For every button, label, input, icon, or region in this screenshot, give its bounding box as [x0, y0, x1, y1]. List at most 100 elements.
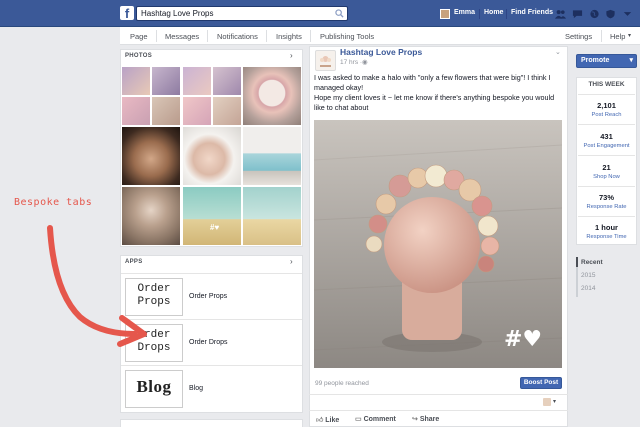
share-button[interactable]: ↪ Share	[412, 415, 439, 423]
post-text-line: I was asked to make a halo with "only a …	[314, 73, 551, 92]
stat-label-post-engagement[interactable]: Post Engagement	[576, 143, 637, 149]
photo-thumbnail[interactable]	[243, 187, 301, 245]
page-avatar[interactable]	[315, 50, 336, 71]
stat-value: 73%	[598, 193, 614, 202]
like-button[interactable]: 👍︎ Like	[316, 415, 339, 424]
photo-thumbnail[interactable]	[183, 67, 241, 125]
timeline-2015[interactable]: 2015	[581, 272, 595, 279]
comment-button[interactable]: ▭ Comment	[355, 415, 396, 423]
halo-photo: #♥	[314, 120, 562, 368]
help-dropdown-icon[interactable]: ▾	[628, 32, 631, 39]
chevron-down-icon: ▾	[629, 57, 633, 64]
stat-label-post-reach[interactable]: Post Reach	[576, 112, 637, 118]
stat-value: 431	[600, 132, 613, 141]
app-label[interactable]: Order Props	[189, 293, 227, 300]
timeline-recent[interactable]: Recent	[581, 259, 603, 266]
timeline-2014[interactable]: 2014	[581, 285, 595, 292]
post-text: I was asked to make a halo with "only a …	[314, 73, 564, 113]
nav-divider	[506, 9, 507, 19]
divider	[578, 155, 635, 156]
tab-insights[interactable]: Insights	[276, 32, 302, 41]
flower-logo-icon	[320, 56, 331, 67]
this-week-header: THIS WEEK	[588, 81, 625, 88]
globe-icon: ·◉	[359, 59, 368, 66]
post-time[interactable]: 17 hrs ·◉	[340, 58, 368, 66]
stat-value: 2,101	[597, 101, 616, 110]
search-box[interactable]	[136, 6, 348, 21]
search-input[interactable]	[141, 8, 331, 19]
chevron-down-icon[interactable]: ▾	[553, 398, 556, 405]
app-thumbnail[interactable]: Blog	[125, 370, 183, 408]
boost-post-button[interactable]: Boost Post	[520, 377, 562, 389]
privacy-shortcuts-icon[interactable]	[605, 9, 616, 19]
messages-icon[interactable]	[572, 9, 583, 19]
stat-value: 21	[602, 163, 611, 172]
post-options-icon[interactable]: ⌄	[555, 48, 561, 56]
divider	[578, 124, 635, 125]
chevron-right-icon[interactable]: ›	[290, 257, 293, 266]
timeline-active-marker	[576, 257, 578, 267]
post-time-text: 17 hrs	[340, 59, 359, 66]
post-as-avatar[interactable]	[543, 398, 551, 406]
chevron-right-icon[interactable]: ›	[290, 51, 293, 60]
search-icon[interactable]	[335, 9, 344, 18]
friend-requests-icon[interactable]	[555, 9, 566, 19]
tab-divider	[601, 30, 602, 42]
tab-divider	[207, 30, 208, 42]
promote-button[interactable]: Promote ▾	[576, 54, 637, 68]
annotation-arrow-icon	[47, 225, 147, 347]
post-image[interactable]: #♥	[314, 120, 562, 368]
tab-settings[interactable]: Settings	[565, 32, 592, 41]
tab-notifications[interactable]: Notifications	[217, 32, 258, 41]
divider	[309, 410, 568, 411]
tab-help[interactable]: Help	[610, 32, 625, 41]
like-icon: 👍︎	[316, 417, 324, 424]
comment-icon: ▭	[355, 416, 362, 423]
app-thumb-text: Blog	[136, 377, 172, 396]
divider	[578, 216, 635, 217]
post-text-line: Hope my client loves it ~ let me know if…	[314, 93, 555, 112]
notifications-globe-icon[interactable]	[589, 9, 600, 19]
divider	[578, 94, 635, 95]
share-icon: ↪	[412, 416, 418, 423]
photo-thumbnail[interactable]: #♥	[183, 187, 241, 245]
photo-grid: #♥	[121, 66, 302, 246]
annotation-text: Bespoke tabs	[14, 197, 93, 208]
find-friends-link[interactable]: Find Friends	[511, 9, 553, 16]
tab-page[interactable]: Page	[130, 32, 148, 41]
photos-header[interactable]: PHOTOS	[125, 53, 152, 59]
app-label[interactable]: Blog	[189, 385, 203, 392]
post-reach-text[interactable]: 99 people reached	[315, 380, 369, 387]
app-blog[interactable]: Blog Blog	[121, 365, 302, 411]
watermark-icon: #♥	[504, 327, 542, 352]
like-label: Like	[325, 417, 340, 424]
photo-thumbnail[interactable]	[122, 67, 180, 125]
tab-divider	[266, 30, 267, 42]
tab-messages[interactable]: Messages	[165, 32, 199, 41]
tab-divider	[156, 30, 157, 42]
photo-thumbnail[interactable]	[243, 127, 301, 185]
photo-thumbnail[interactable]	[122, 127, 180, 185]
next-card	[120, 419, 303, 427]
tab-divider	[310, 30, 311, 42]
app-label[interactable]: Order Drops	[189, 339, 228, 346]
account-menu-icon[interactable]	[622, 9, 633, 19]
comment-label: Comment	[363, 416, 396, 423]
divider	[578, 186, 635, 187]
promote-label: Promote	[581, 57, 610, 64]
divider	[309, 394, 568, 395]
user-name-link[interactable]: Emma	[454, 9, 475, 16]
watermark-icon: #♥	[210, 223, 220, 232]
stat-value: 1 hour	[595, 223, 618, 232]
post-page-name[interactable]: Hashtag Love Props	[340, 47, 422, 57]
stat-label-shop-now[interactable]: Shop Now	[576, 174, 637, 180]
nav-divider	[479, 9, 480, 19]
photo-thumbnail[interactable]	[183, 127, 241, 185]
stat-label-response-rate[interactable]: Response Rate	[576, 204, 637, 210]
facebook-logo-icon[interactable]: f	[120, 6, 134, 21]
home-link[interactable]: Home	[484, 9, 503, 16]
tab-publishing-tools[interactable]: Publishing Tools	[320, 32, 374, 41]
photo-thumbnail[interactable]	[243, 67, 301, 125]
stat-label-response-time[interactable]: Response Time	[576, 234, 637, 240]
user-avatar[interactable]	[440, 9, 450, 19]
